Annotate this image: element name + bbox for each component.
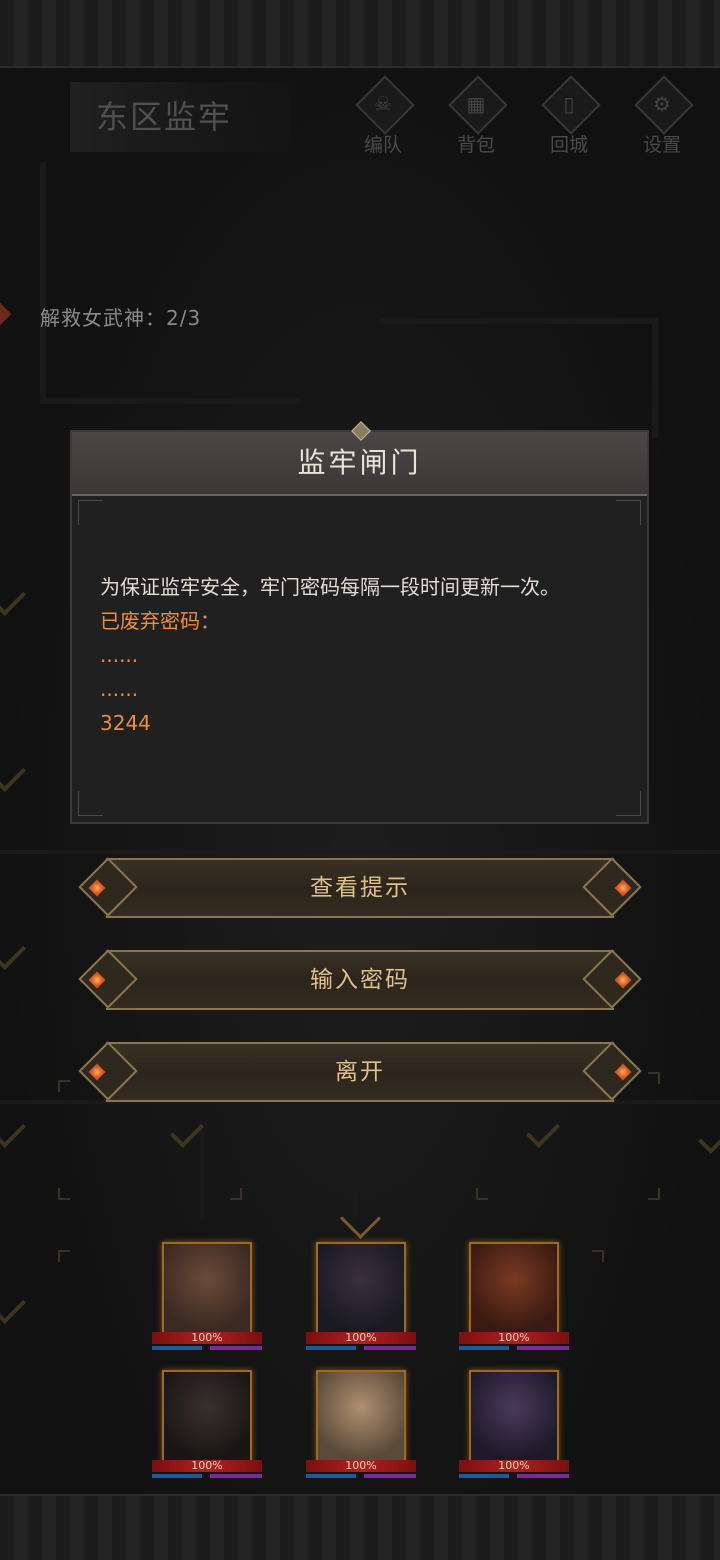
gear-icon: ⚙: [653, 92, 671, 116]
hero-portrait: [469, 1242, 559, 1334]
cleared-check-icon: [0, 758, 26, 792]
enter-password-label: 输入密码: [310, 967, 410, 993]
view-hint-label: 查看提示: [310, 875, 410, 901]
dialog-body: 为保证监牢安全，牢门密码每隔一段时间更新一次。 已废弃密码： ...... ..…: [100, 570, 630, 740]
cleared-check-icon: [0, 1114, 26, 1148]
bottom-frame: [0, 1494, 720, 1560]
game-screen: 东区监牢 ☠ 编队 ▦ 背包 ▯ 回城 ⚙ 设置 解救女武神：2/3 监牢闸门 …: [0, 0, 720, 1560]
rescue-progress: 解救女武神：2/3: [40, 306, 202, 330]
dialog-header: 监牢闸门: [72, 432, 647, 496]
cleared-check-icon: [0, 936, 26, 970]
party-member[interactable]: 100%: [306, 1242, 416, 1352]
deprecated-password: ......: [100, 677, 139, 701]
hero-hp: 100%: [191, 1459, 223, 1472]
cleared-check-icon: [698, 1120, 720, 1154]
hero-hp: 100%: [498, 1459, 530, 1472]
dialog-title: 监牢闸门: [297, 446, 422, 479]
top-frame: [0, 0, 720, 68]
leave-button[interactable]: 离开: [76, 1040, 644, 1104]
security-notice: 为保证监牢安全，牢门密码每隔一段时间更新一次。: [100, 575, 560, 599]
party-member[interactable]: 100%: [459, 1370, 569, 1480]
cleared-check-icon: [0, 582, 26, 616]
side-marker-icon: [0, 302, 12, 326]
party-member[interactable]: 100%: [306, 1370, 416, 1480]
enter-password-button[interactable]: 输入密码: [76, 948, 644, 1012]
formation-button[interactable]: ☠ 编队: [348, 75, 418, 160]
hero-portrait: [316, 1242, 406, 1334]
horned-skull-icon: ☠: [374, 92, 392, 116]
prison-gate-dialog: 监牢闸门 为保证监牢安全，牢门密码每隔一段时间更新一次。 已废弃密码： ....…: [70, 430, 649, 824]
deprecated-passwords-heading: 已废弃密码：: [100, 609, 220, 633]
hero-hp: 100%: [345, 1459, 377, 1472]
hero-portrait: [316, 1370, 406, 1462]
party-member[interactable]: 100%: [459, 1242, 569, 1352]
hero-portrait: [469, 1370, 559, 1462]
hero-hp: 100%: [345, 1331, 377, 1344]
settings-button[interactable]: ⚙ 设置: [627, 75, 697, 160]
return-town-label: 回城: [549, 134, 588, 156]
view-hint-button[interactable]: 查看提示: [76, 856, 644, 920]
backpack-button[interactable]: ▦ 背包: [441, 75, 511, 160]
settings-label: 设置: [642, 134, 681, 156]
hero-portrait: [162, 1370, 252, 1462]
leave-label: 离开: [335, 1059, 385, 1085]
chevron-down-icon: [339, 1197, 382, 1240]
hero-portrait: [162, 1242, 252, 1334]
bag-icon: ▦: [466, 92, 486, 116]
cleared-check-icon: [170, 1114, 204, 1148]
hero-hp: 100%: [191, 1331, 223, 1344]
cleared-check-icon: [0, 1290, 26, 1324]
exit-door-icon: ▯: [563, 92, 575, 116]
area-title: 东区监牢: [70, 82, 290, 152]
backpack-label: 背包: [456, 134, 495, 156]
party-member[interactable]: 100%: [152, 1242, 262, 1352]
cleared-check-icon: [526, 1114, 560, 1148]
return-town-button[interactable]: ▯ 回城: [534, 75, 604, 160]
formation-label: 编队: [363, 134, 402, 156]
party-member[interactable]: 100%: [152, 1370, 262, 1480]
hero-hp: 100%: [498, 1331, 530, 1344]
deprecated-password: 3244: [100, 711, 151, 735]
deprecated-password: ......: [100, 643, 139, 667]
